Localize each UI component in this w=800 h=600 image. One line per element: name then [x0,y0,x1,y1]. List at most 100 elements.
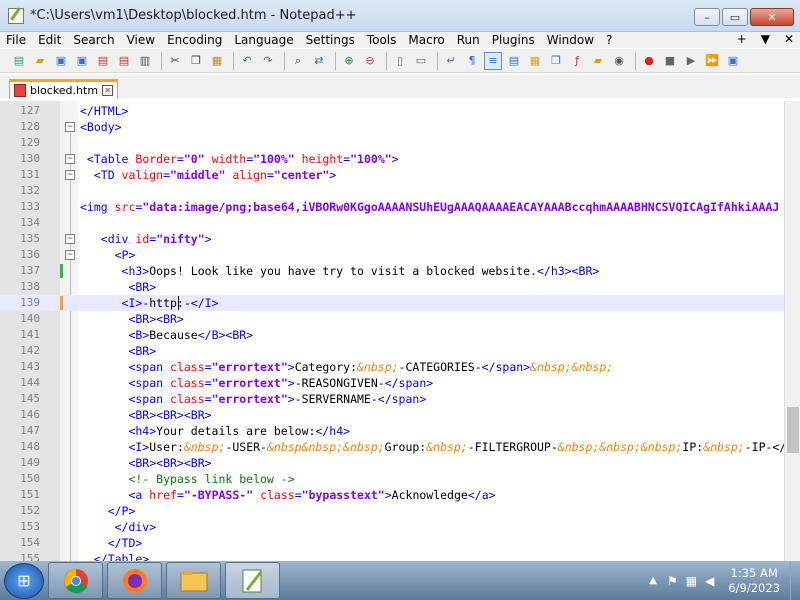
add-tab-button[interactable]: + [737,32,747,46]
fold-toggle-icon[interactable]: − [65,250,75,260]
code-line[interactable]: 148 <I>User:&nbsp;-USER-&nbsp&nbsp;&nbsp… [0,439,784,455]
code-line[interactable]: 142 <BR> [0,343,784,359]
code-line[interactable]: 131− <TD valign="middle" align="center"> [0,167,784,183]
menu-plugins[interactable]: Plugins [486,33,541,47]
menu-window[interactable]: Window [541,33,600,47]
user-language-icon[interactable]: ▤ [505,52,523,70]
paste-icon[interactable]: ▦ [208,52,226,70]
code-line[interactable]: 133 <img src="data:image/png;base64,iVBOR… [0,199,784,215]
tab-list-button[interactable]: ▼ [761,32,770,46]
vertical-scrollbar[interactable] [784,101,800,561]
code-line[interactable]: 153 </div> [0,519,784,535]
copy-icon[interactable]: ❐ [187,52,205,70]
zoom-out-icon[interactable]: ⊖ [361,52,379,70]
code-line[interactable]: 132 [0,183,784,199]
monitoring-icon[interactable]: ◉ [610,52,628,70]
code-line[interactable]: 155 </Table> [0,551,784,561]
chrome-taskbar-icon[interactable] [48,562,103,599]
menu-tools[interactable]: Tools [361,33,403,47]
volume-icon[interactable]: ◀ [705,574,714,588]
code-line[interactable]: 140 <BR><BR> [0,311,784,327]
menu-file[interactable]: File [0,33,32,47]
code-line[interactable]: 147 <h4>Your details are below:</h4> [0,423,784,439]
save-macro-icon[interactable]: ▣ [724,52,742,70]
new-file-icon[interactable]: ▤ [10,52,28,70]
fold-toggle-icon[interactable]: − [65,170,75,180]
clock[interactable]: 1:35 AM 6/9/2023 [728,566,780,596]
doc-list-icon[interactable]: ❐ [547,52,565,70]
code-line[interactable]: 129 [0,135,784,151]
code-line[interactable]: 144 <span class="errortext">-REASONGIVEN… [0,375,784,391]
tab-blocked-htm[interactable]: blocked.htm ✕ [9,79,119,99]
zoom-in-icon[interactable]: ⊕ [340,52,358,70]
save-all-icon[interactable]: ▣ [73,52,91,70]
code-line[interactable]: 135 − <div id="nifty"> [0,231,784,247]
close-button[interactable]: ✕ [750,8,794,26]
menu-encoding[interactable]: Encoding [161,33,228,47]
code-line[interactable]: 149 <BR><BR><BR> [0,455,784,471]
code-line[interactable]: 134 [0,215,784,231]
folder-workspace-icon[interactable]: ▰ [589,52,607,70]
replace-icon[interactable]: ⇄ [310,52,328,70]
menu-edit[interactable]: Edit [32,33,67,47]
fold-toggle-icon[interactable]: − [65,234,75,244]
code-line[interactable]: 130− <Table Border="0" width="100%" heig… [0,151,784,167]
tab-close-icon[interactable]: ✕ [102,85,114,96]
code-line[interactable]: 152 </P> [0,503,784,519]
undo-icon[interactable]: ↶ [238,52,256,70]
function-list-icon[interactable]: ƒ [568,52,586,70]
code-line[interactable]: 150 <!- Bypass link below -> [0,471,784,487]
close-all-icon[interactable]: ▤ [115,52,133,70]
indent-guide-icon[interactable]: ≡ [484,51,502,70]
doc-map-icon[interactable]: ▦ [526,52,544,70]
scrollbar-thumb[interactable] [787,407,799,453]
stop-macro-icon[interactable]: ■ [661,52,679,70]
minimize-button[interactable]: – [694,8,720,26]
menu-help[interactable]: ? [600,33,618,47]
close-file-icon[interactable]: ▤ [94,52,112,70]
close-document-button[interactable]: ✕ [784,32,794,46]
code-line[interactable]: 151 <a href="-BYPASS-" class="bypasstext… [0,487,784,503]
code-line[interactable]: 145 <span class="errortext">-SERVERNAME-… [0,391,784,407]
open-file-icon[interactable]: ▰ [31,52,49,70]
action-center-icon[interactable]: ⚑ [667,574,678,588]
menu-language[interactable]: Language [228,33,299,47]
menu-macro[interactable]: Macro [402,33,450,47]
file-explorer-taskbar-icon[interactable] [166,562,221,599]
show-all-chars-icon[interactable]: ¶ [463,52,481,70]
code-line[interactable]: 141 <B>Because</B><BR> [0,327,784,343]
cut-icon[interactable]: ✂ [166,52,184,70]
play-macro-icon[interactable]: ▶ [682,52,700,70]
code-editor[interactable]: 127 </HTML> 128− <Body> 129 130− <Table Borde… [0,101,784,561]
menu-view[interactable]: View [121,33,161,47]
sync-vertical-icon[interactable]: ▯ [391,52,409,70]
menu-settings[interactable]: Settings [300,33,361,47]
fold-toggle-icon[interactable]: − [65,154,75,164]
code-line[interactable]: 146 <BR><BR><BR> [0,407,784,423]
firefox-taskbar-icon[interactable] [107,562,162,599]
menu-run[interactable]: Run [451,33,486,47]
menu-search[interactable]: Search [67,33,120,47]
code-line[interactable]: 137 <h3>Oops! Look like you have try to … [0,263,784,279]
code-line[interactable]: 138 <BR> [0,279,784,295]
notepadpp-taskbar-icon[interactable] [225,562,280,599]
code-line[interactable]: 139 <I>-http:-</I> [0,295,784,311]
redo-icon[interactable]: ↷ [259,52,277,70]
save-icon[interactable]: ▣ [52,52,70,70]
network-icon[interactable]: ▦ [686,574,697,588]
run-macro-multiple-icon[interactable]: ⏩ [703,52,721,70]
fold-toggle-icon[interactable]: − [65,122,75,132]
start-button[interactable]: ⊞ [4,562,44,599]
word-wrap-icon[interactable]: ↵ [442,52,460,70]
code-line[interactable]: 127 </HTML> [0,103,784,119]
restore-button[interactable]: ▭ [722,8,748,26]
record-macro-icon[interactable]: ● [640,52,658,70]
sync-horizontal-icon[interactable]: ▭ [412,52,430,70]
find-icon[interactable]: ⌕ [289,52,307,70]
code-line[interactable]: 128 − <Body> [0,119,784,135]
code-line[interactable]: 136 − <P> [0,247,784,263]
code-line[interactable]: 154 </TD> [0,535,784,551]
show-desktop-button[interactable] [790,561,800,600]
print-icon[interactable]: ▥ [136,52,154,70]
show-hidden-icons-icon[interactable]: ▲ [649,575,657,586]
